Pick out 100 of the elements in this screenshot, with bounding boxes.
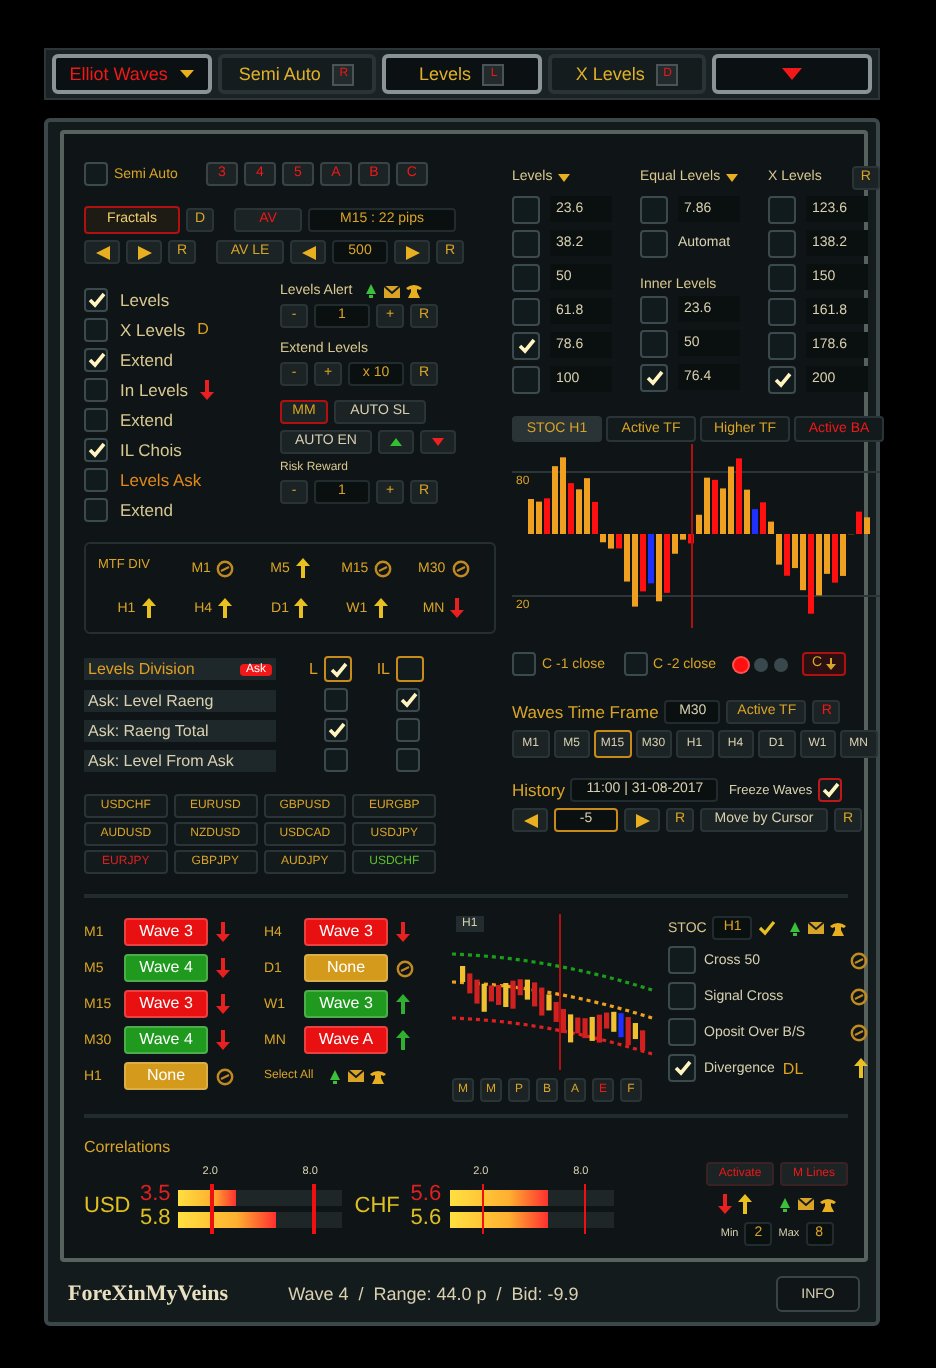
- checkbox[interactable]: [668, 982, 696, 1010]
- checkbox[interactable]: [640, 363, 668, 391]
- envelope-icon[interactable]: [808, 922, 825, 934]
- division-row-label: Ask: Level From Ask: [84, 749, 276, 771]
- checkbox[interactable]: [640, 295, 668, 323]
- check-icon[interactable]: [758, 920, 777, 936]
- section-title: Waves Time Frame: [512, 702, 659, 722]
- radio-button[interactable]: [734, 657, 749, 671]
- next-button[interactable]: [624, 808, 660, 832]
- checkbox[interactable]: [512, 229, 540, 257]
- down-button[interactable]: [420, 430, 456, 454]
- previous-button[interactable]: [512, 808, 548, 832]
- checkbox[interactable]: [623, 652, 648, 676]
- checkbox[interactable]: [640, 195, 668, 223]
- bell-icon[interactable]: [788, 921, 803, 935]
- radio-button[interactable]: [774, 657, 789, 671]
- checkbox[interactable]: [84, 347, 108, 371]
- menu-button[interactable]: [712, 54, 872, 94]
- radio-button[interactable]: [754, 657, 769, 671]
- next-button[interactable]: [394, 240, 430, 264]
- checkbox[interactable]: [768, 195, 796, 223]
- checkbox[interactable]: [84, 162, 108, 186]
- tag-label: DL: [782, 1059, 804, 1077]
- checkbox[interactable]: [768, 331, 796, 359]
- next-button[interactable]: [126, 240, 162, 264]
- arrow-down-icon: [826, 658, 837, 670]
- left-triangle-icon: [523, 813, 537, 827]
- arrow-up-icon: [738, 1194, 752, 1214]
- column-label: IL: [374, 660, 390, 678]
- currency-label: CHF: [354, 1194, 402, 1218]
- wave-badge: Wave 3: [124, 918, 208, 946]
- checkbox[interactable]: [818, 778, 843, 802]
- checkbox[interactable]: [512, 365, 540, 393]
- envelope-icon[interactable]: [384, 285, 401, 297]
- checkbox[interactable]: [668, 946, 696, 974]
- option-label: Levels: [120, 289, 170, 309]
- checkbox[interactable]: [84, 437, 108, 461]
- caret-icon: [179, 70, 194, 78]
- checkbox[interactable]: [768, 297, 796, 325]
- option-label: Extend: [120, 499, 173, 519]
- dropdown[interactable]: Elliot Waves: [52, 54, 212, 94]
- bell-icon[interactable]: [364, 284, 379, 298]
- wave-badge: None: [304, 954, 388, 982]
- right-triangle-icon: [137, 245, 151, 259]
- checkbox[interactable]: [640, 229, 668, 257]
- checkbox[interactable]: [84, 287, 108, 311]
- checkbox[interactable]: [396, 748, 420, 772]
- checkbox[interactable]: [512, 195, 540, 223]
- checkbox[interactable]: [84, 467, 108, 491]
- envelope-icon[interactable]: [798, 1198, 814, 1210]
- checkbox[interactable]: [396, 718, 420, 742]
- tag-label: D: [197, 320, 209, 338]
- checkbox[interactable]: [768, 263, 796, 291]
- correlation-value: 5.8: [140, 1206, 171, 1230]
- envelope-icon[interactable]: [347, 1070, 364, 1082]
- division-row-label: Ask: Level Raeng: [84, 689, 276, 711]
- correlation-value: 5.6: [410, 1182, 442, 1206]
- right-triangle-icon: [635, 813, 649, 827]
- up-button[interactable]: [378, 430, 414, 454]
- wave-badge: Wave 3: [304, 918, 388, 946]
- section-title: Correlations: [84, 1138, 171, 1156]
- checkbox[interactable]: [84, 317, 108, 341]
- checkbox[interactable]: [640, 329, 668, 357]
- section-title: History: [512, 780, 565, 800]
- bell-icon[interactable]: [327, 1069, 342, 1083]
- checkbox[interactable]: [668, 1018, 696, 1046]
- previous-button[interactable]: [290, 240, 326, 264]
- division-row-label: Ask: Raeng Total: [84, 719, 276, 741]
- left-triangle-icon: [95, 245, 109, 259]
- option-label: Extend: [120, 409, 173, 429]
- phone-icon[interactable]: [820, 1197, 836, 1211]
- caret-icon[interactable]: [558, 173, 571, 181]
- down-triangle-icon: [432, 438, 444, 446]
- option-label: Extend: [120, 349, 173, 369]
- checkbox[interactable]: [768, 365, 796, 393]
- checkbox[interactable]: [396, 688, 420, 712]
- checkbox[interactable]: [512, 297, 540, 325]
- phone-icon[interactable]: [830, 921, 847, 935]
- caret-icon[interactable]: [726, 173, 739, 181]
- checkbox[interactable]: [512, 652, 536, 676]
- up-triangle-icon: [390, 438, 402, 446]
- wave-badge: None: [124, 1062, 208, 1090]
- phone-icon[interactable]: [369, 1069, 386, 1083]
- checkbox[interactable]: [512, 263, 540, 291]
- option-label: IL Chois: [120, 439, 182, 459]
- bell-icon[interactable]: [778, 1197, 792, 1211]
- checkbox[interactable]: [396, 656, 424, 682]
- previous-button[interactable]: [84, 240, 120, 264]
- checkbox[interactable]: [324, 656, 352, 682]
- checkbox[interactable]: [84, 377, 108, 401]
- checkbox[interactable]: [84, 497, 108, 521]
- checkbox[interactable]: [768, 229, 796, 257]
- checkbox[interactable]: [324, 688, 348, 712]
- checkbox[interactable]: [324, 718, 348, 742]
- checkbox[interactable]: [512, 331, 540, 359]
- checkbox[interactable]: [84, 407, 108, 431]
- checkbox[interactable]: [324, 748, 348, 772]
- checkbox[interactable]: [668, 1054, 696, 1082]
- wave-badge: Wave 4: [124, 954, 208, 982]
- phone-icon[interactable]: [406, 284, 423, 298]
